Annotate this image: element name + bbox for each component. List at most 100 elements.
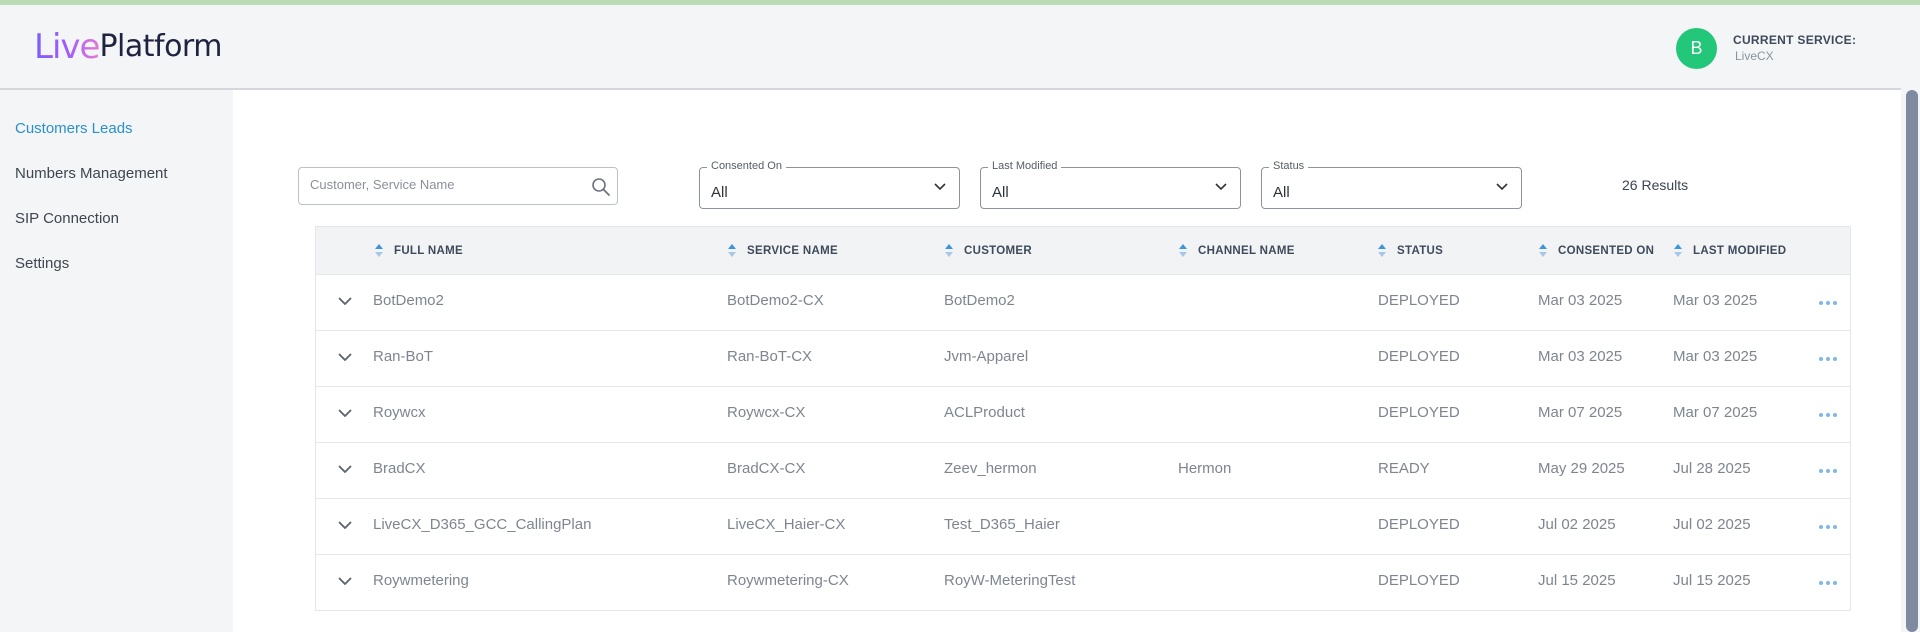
sidebar-item-customers-leads[interactable]: Customers Leads [15,120,133,137]
cell-status: DEPLOYED [1378,404,1460,421]
cell-full-name: LiveCX_D365_GCC_CallingPlan [373,516,592,533]
cell-service-name: Roywmetering-CX [727,572,849,589]
last-modified-label: Last Modified [988,160,1062,172]
sort-icon[interactable] [1538,244,1548,258]
column-header-last-modified[interactable]: LAST MODIFIED [1673,244,1786,258]
cell-last-modified: Mar 03 2025 [1673,348,1758,365]
table-row[interactable]: BotDemo2 BotDemo2-CX BotDemo2 DEPLOYED M… [316,275,1850,331]
more-options-icon[interactable] [1819,579,1837,587]
cell-status: DEPLOYED [1378,348,1460,365]
cell-status: DEPLOYED [1378,572,1460,589]
cell-last-modified: Mar 07 2025 [1673,404,1758,421]
cell-service-name: BradCX-CX [727,460,806,477]
more-options-icon[interactable] [1819,355,1837,363]
status-value: All [1273,184,1290,201]
cell-status: DEPLOYED [1378,292,1460,309]
cell-full-name: Roywmetering [373,572,469,589]
sort-icon[interactable] [944,244,954,258]
liveplatform-logo[interactable]: Live Platform [34,23,222,67]
cell-last-modified: Mar 03 2025 [1673,292,1758,309]
cell-consented-on: Mar 03 2025 [1538,292,1623,309]
sidebar-item-settings[interactable]: Settings [15,255,69,272]
cell-last-modified: Jul 02 2025 [1673,516,1751,533]
cell-service-name: Roywcx-CX [727,404,806,421]
consented-on-select[interactable]: Consented On All [699,160,960,209]
table-row[interactable]: LiveCX_D365_GCC_CallingPlan LiveCX_Haier… [316,499,1850,555]
current-service-name: LiveCX [1735,49,1774,63]
last-modified-select[interactable]: Last Modified All [980,160,1241,209]
table-row[interactable]: Roywmetering Roywmetering-CX RoyW-Meteri… [316,555,1850,610]
chevron-down-icon[interactable] [337,575,353,587]
cell-full-name: BotDemo2 [373,292,444,309]
cell-consented-on: May 29 2025 [1538,460,1625,477]
more-options-icon[interactable] [1819,299,1837,307]
current-service-label: CURRENT SERVICE: [1733,33,1857,47]
last-modified-value: All [992,184,1009,201]
table-row[interactable]: BradCX BradCX-CX Zeev_hermon Hermon READ… [316,443,1850,499]
column-header-consented-on[interactable]: CONSENTED ON [1538,244,1654,258]
more-options-icon[interactable] [1819,523,1837,531]
chevron-down-icon [1215,183,1227,191]
column-header-customer[interactable]: CUSTOMER [944,244,1032,258]
cell-customer: ACLProduct [944,404,1025,421]
user-avatar[interactable]: B [1676,28,1717,69]
cell-status: DEPLOYED [1378,516,1460,533]
search-icon[interactable] [591,177,611,197]
sort-icon[interactable] [727,244,737,258]
cell-last-modified: Jul 28 2025 [1673,460,1751,477]
column-header-service-name[interactable]: SERVICE NAME [727,244,838,258]
cell-consented-on: Mar 03 2025 [1538,348,1623,365]
column-label: LAST MODIFIED [1693,245,1787,257]
more-options-icon[interactable] [1819,467,1837,475]
cell-service-name: BotDemo2-CX [727,292,824,309]
sort-icon[interactable] [1673,244,1683,258]
chevron-down-icon[interactable] [337,351,353,363]
table-row[interactable]: Ran-BoT Ran-BoT-CX Jvm-Apparel DEPLOYED … [316,331,1850,387]
cell-consented-on: Mar 07 2025 [1538,404,1623,421]
cell-full-name: Roywcx [373,404,426,421]
column-label: CUSTOMER [964,245,1032,257]
logo-platform-text: Platform [99,29,222,64]
cell-customer: Jvm-Apparel [944,348,1029,365]
cell-full-name: Ran-BoT [373,348,434,365]
cell-service-name: LiveCX_Haier-CX [727,516,846,533]
column-label: CHANNEL NAME [1198,245,1295,257]
chevron-down-icon[interactable] [337,463,353,475]
chevron-down-icon[interactable] [337,407,353,419]
cell-channel-name: Hermon [1178,460,1232,477]
sidebar: Customers Leads Numbers Management SIP C… [0,90,232,632]
chevron-down-icon[interactable] [337,519,353,531]
status-select[interactable]: Status All [1261,160,1522,209]
sidebar-item-sip-connection[interactable]: SIP Connection [15,210,119,227]
column-header-full-name[interactable]: FULL NAME [374,244,463,258]
consented-on-label: Consented On [707,160,786,172]
sort-icon[interactable] [1178,244,1188,258]
chevron-down-icon[interactable] [337,295,353,307]
cell-last-modified: Jul 15 2025 [1673,572,1751,589]
sort-icon[interactable] [1377,244,1387,258]
chevron-down-icon [934,183,946,191]
app-header: Live Platform B CURRENT SERVICE: LiveCX [0,5,1920,90]
logo-live-text: Live [34,27,100,67]
more-options-icon[interactable] [1819,411,1837,419]
cell-customer: BotDemo2 [944,292,1015,309]
table-row[interactable]: Roywcx Roywcx-CX ACLProduct DEPLOYED Mar… [316,387,1850,443]
column-header-channel-name[interactable]: CHANNEL NAME [1178,244,1295,258]
consented-on-value: All [711,184,728,201]
sort-icon[interactable] [374,244,384,258]
cell-consented-on: Jul 15 2025 [1538,572,1616,589]
cell-service-name: Ran-BoT-CX [727,348,813,365]
column-header-status[interactable]: STATUS [1377,244,1443,258]
cell-customer: Zeev_hermon [944,460,1037,477]
status-label: Status [1269,160,1309,172]
scrollbar-thumb[interactable] [1906,90,1918,632]
cell-consented-on: Jul 02 2025 [1538,516,1616,533]
table-header: FULL NAME SERVICE NAME CUSTOMER CHANNEL … [316,227,1850,275]
results-count: 26 Results [1622,177,1689,193]
sidebar-item-numbers-management[interactable]: Numbers Management [15,165,168,182]
cell-status: READY [1378,460,1430,477]
search-input[interactable] [308,176,582,193]
cell-customer: RoyW-MeteringTest [944,572,1076,589]
column-label: CONSENTED ON [1558,245,1655,257]
column-label: FULL NAME [394,245,463,257]
